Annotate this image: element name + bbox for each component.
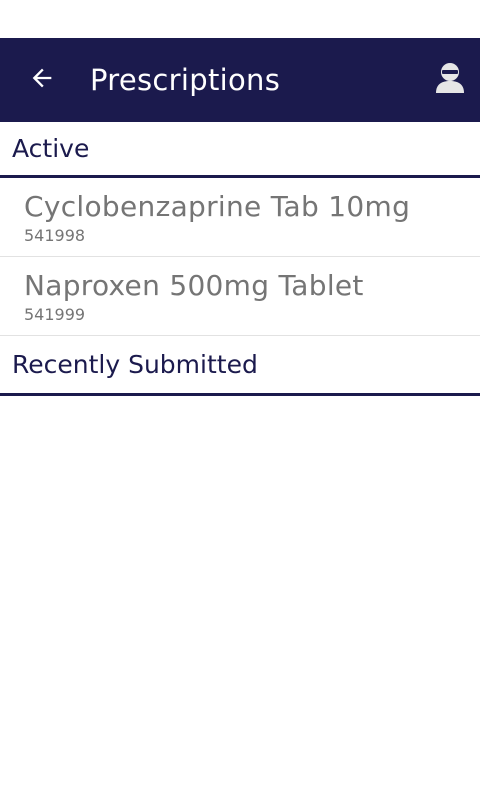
page-title: Prescriptions: [90, 63, 281, 97]
section-header-recently-submitted: Recently Submitted: [0, 336, 480, 396]
prescription-name: Naproxen 500mg Tablet: [24, 269, 364, 302]
app-bar: Prescriptions: [0, 38, 480, 122]
arrow-left-icon: [28, 64, 56, 96]
back-button[interactable]: [0, 38, 84, 122]
prescription-name: Cyclobenzaprine Tab 10mg: [24, 190, 411, 223]
status-bar: [0, 0, 480, 38]
section-header-active: Active: [0, 122, 480, 178]
profile-button[interactable]: [430, 60, 470, 100]
prescription-item[interactable]: Cyclobenzaprine Tab 10mg 541998: [0, 178, 480, 257]
prescription-number: 541999: [24, 305, 86, 324]
prescription-item[interactable]: Naproxen 500mg Tablet 541999: [0, 257, 480, 336]
user-profile-icon: [435, 62, 465, 98]
prescription-number: 541998: [24, 226, 86, 245]
